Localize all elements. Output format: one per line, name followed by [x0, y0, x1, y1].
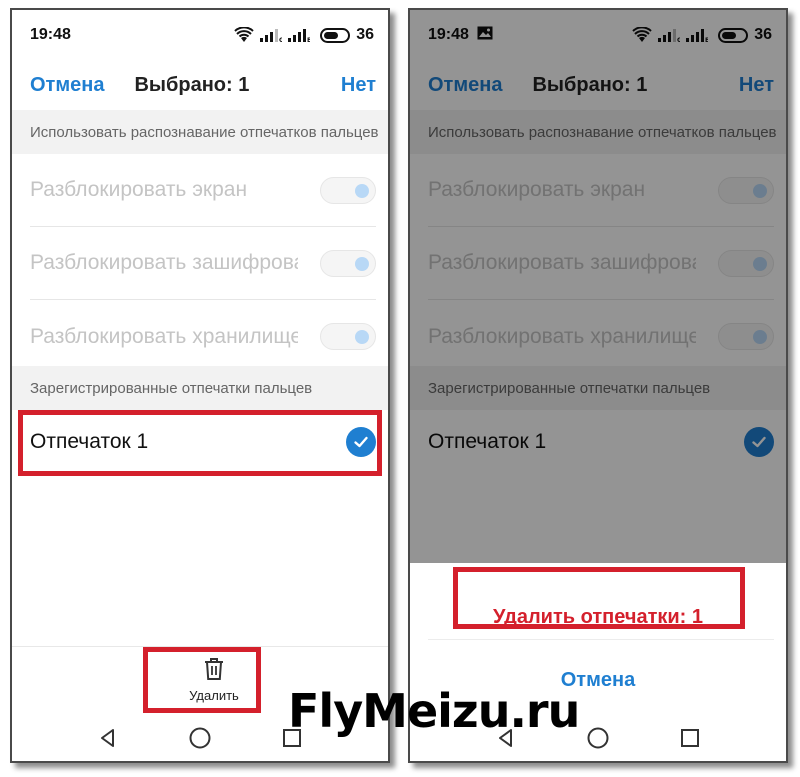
- status-bar: 19:48 G E 36: [12, 10, 388, 60]
- home-icon[interactable]: [583, 723, 613, 753]
- watermark: FlyMeizu.ru: [288, 684, 580, 738]
- setting-row-unlock-storage: Разблокировать хранилище: [30, 300, 376, 373]
- section-header-registered: Зарегистрированные отпечатки пальцев: [12, 366, 388, 410]
- selected-count: Выбрано: 1: [134, 73, 250, 96]
- unlock-screen-toggle: [320, 176, 376, 204]
- setting-row-unlock-encrypted: Разблокировать зашифрованные данные: [30, 227, 376, 300]
- confirm-delete-button[interactable]: Удалить отпечатки: 1: [410, 587, 786, 647]
- setting-label: Разблокировать экран: [30, 178, 248, 201]
- delete-button[interactable]: Удалить: [167, 652, 261, 708]
- trash-icon: [203, 657, 225, 688]
- battery-level: 36: [356, 26, 374, 43]
- sheet-divider: [428, 639, 774, 640]
- svg-text:G: G: [279, 37, 282, 43]
- checkmark-icon[interactable]: [346, 427, 376, 457]
- status-time: 19:48: [30, 26, 71, 43]
- setting-label: Разблокировать зашифрованные данные: [30, 251, 298, 274]
- unlock-storage-toggle: [320, 323, 376, 350]
- battery-icon: [320, 27, 351, 43]
- fingerprint-label: Отпечаток 1: [30, 430, 149, 453]
- signal-icon: G: [260, 27, 282, 43]
- wifi-icon: [234, 27, 254, 43]
- selection-header: Отмена Выбрано: 1 Нет: [12, 60, 388, 110]
- back-icon[interactable]: [93, 723, 123, 753]
- recents-icon[interactable]: [675, 723, 705, 753]
- cancel-button[interactable]: Отмена: [30, 74, 104, 97]
- setting-label: Разблокировать хранилище: [30, 324, 298, 348]
- signal-icon: E: [288, 27, 310, 43]
- svg-text:E: E: [307, 37, 310, 43]
- setting-row-unlock-screen: Разблокировать экран: [30, 154, 376, 227]
- deselect-button[interactable]: Нет: [341, 74, 376, 97]
- phone-screen-left: 19:48 G E 36 Отмена Выбрано: 1 Нет Испол…: [10, 8, 390, 763]
- phone-screen-right: 19:48 G E 36 Отмена Выбрано: 1 Нет Испол…: [408, 8, 788, 763]
- section-header-usage: Использовать распознавание отпечатков па…: [12, 110, 388, 154]
- toolbar-divider: [12, 646, 388, 647]
- delete-label: Удалить: [189, 688, 239, 703]
- unlock-encrypted-toggle: [320, 249, 376, 277]
- home-icon[interactable]: [185, 723, 215, 753]
- fingerprint-item[interactable]: Отпечаток 1: [30, 410, 376, 474]
- dim-overlay[interactable]: [410, 10, 786, 563]
